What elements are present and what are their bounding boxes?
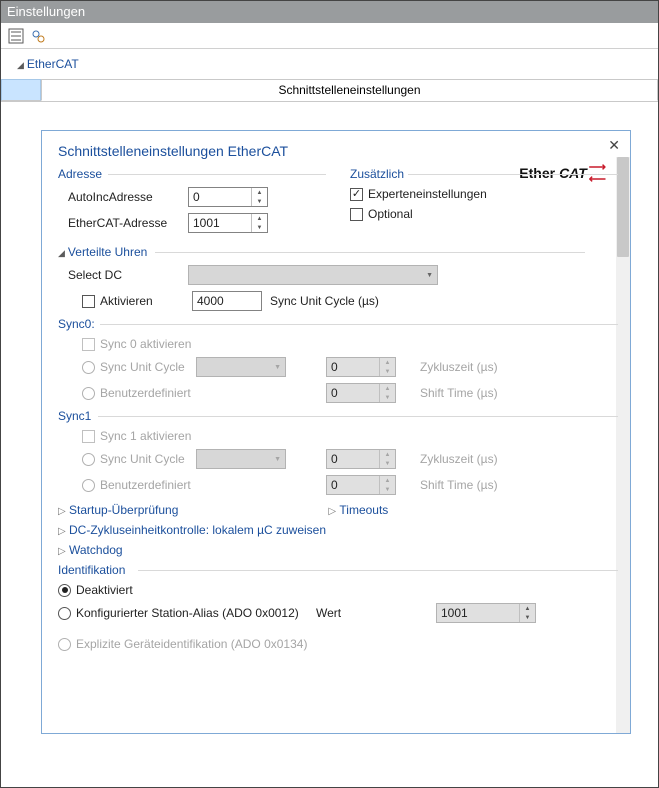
sync1-cycletime-label: Zykluszeit (µs) (420, 452, 498, 466)
expander-watchdog[interactable]: ▷Watchdog (58, 543, 618, 557)
section-sync0: Sync0: (58, 317, 618, 331)
sync0-shift-input[interactable]: ▲▼ (326, 383, 396, 403)
autoinc-input[interactable]: ▲▼ (188, 187, 268, 207)
section-sync1: Sync1 (58, 409, 618, 423)
toolbar-icon-gears[interactable] (29, 27, 47, 45)
panel-title: Schnittstelleneinstellungen EtherCAT (58, 143, 618, 159)
breadcrumb-text: EtherCAT (27, 57, 79, 71)
sync1-cycle-radio[interactable] (82, 453, 95, 466)
chevron-down-icon: ▼ (274, 456, 281, 463)
caret-right-icon: ▷ (58, 506, 66, 517)
expander-startup[interactable]: ▷Startup-Überprüfung (58, 503, 178, 517)
triangle-down-icon: ◢ (17, 60, 24, 70)
breadcrumb[interactable]: ◢EtherCAT (1, 49, 658, 75)
ethercat-addr-input[interactable]: ▲▼ (188, 213, 268, 233)
expander-timeouts[interactable]: ▷Timeouts (328, 503, 388, 517)
caret-right-icon: ▷ (58, 546, 66, 557)
optional-checkbox[interactable] (350, 208, 363, 221)
ident-explicit-label: Explizite Geräteidentifikation (ADO 0x01… (76, 637, 307, 651)
sync0-cycletime-label: Zykluszeit (µs) (420, 360, 498, 374)
sync0-activate-checkbox[interactable] (82, 338, 95, 351)
sync0-user-radio[interactable] (82, 387, 95, 400)
toolbar-icon-list[interactable] (7, 27, 25, 45)
chevron-down-icon: ▼ (274, 364, 281, 371)
sync1-activate-label: Sync 1 aktivieren (100, 429, 191, 443)
sync0-cycle-label: Sync Unit Cycle (100, 360, 196, 374)
ident-disabled-label: Deaktiviert (76, 583, 133, 597)
tab-interface-settings[interactable]: Schnittstelleneinstellungen (41, 79, 658, 101)
select-dc-label: Select DC (68, 268, 188, 282)
expander-distributed-clocks[interactable]: ◢Verteilte Uhren (58, 245, 618, 259)
ident-value-input[interactable]: ▲▼ (436, 603, 536, 623)
spinner-up-icon[interactable]: ▲ (252, 214, 267, 223)
sync0-shift-label: Shift Time (µs) (420, 386, 498, 400)
expander-dc-control[interactable]: ▷DC-Zykluseinheitkontrolle: lokalem µC z… (58, 523, 618, 537)
sync0-user-label: Benutzerdefiniert (100, 386, 196, 400)
sync1-shift-input[interactable]: ▲▼ (326, 475, 396, 495)
caret-right-icon: ▷ (58, 526, 66, 537)
sync0-cycle-radio[interactable] (82, 361, 95, 374)
select-dc-combo[interactable]: ▼ (188, 265, 438, 285)
sync0-activate-label: Sync 0 aktivieren (100, 337, 191, 351)
triangle-down-icon: ◢ (58, 248, 65, 258)
section-address: Adresse (58, 167, 326, 181)
spinner-down-icon[interactable]: ▼ (252, 223, 267, 232)
sync1-user-radio[interactable] (82, 479, 95, 492)
autoinc-label: AutoIncAdresse (68, 190, 188, 204)
ident-disabled-radio[interactable] (58, 584, 71, 597)
section-identification: Identifikation (58, 563, 618, 577)
ident-alias-radio[interactable] (58, 607, 71, 620)
sync1-cycle-combo[interactable]: ▼ (196, 449, 286, 469)
optional-label: Optional (368, 207, 413, 221)
section-additional: Zusätzlich (350, 167, 618, 181)
settings-panel: ✕ Schnittstelleneinstellungen EtherCAT E… (41, 130, 631, 734)
sync1-user-label: Benutzerdefiniert (100, 478, 196, 492)
sync0-cycle-combo[interactable]: ▼ (196, 357, 286, 377)
tab-row: Schnittstelleneinstellungen (1, 79, 658, 102)
sync0-cycletime-input[interactable]: ▲▼ (326, 357, 396, 377)
close-icon[interactable]: ✕ (608, 137, 620, 154)
chevron-down-icon: ▼ (426, 272, 433, 279)
ident-value-label: Wert (316, 606, 436, 620)
dc-activate-label: Aktivieren (100, 294, 192, 308)
sync1-shift-label: Shift Time (µs) (420, 478, 498, 492)
sync1-cycletime-input[interactable]: ▲▼ (326, 449, 396, 469)
toolbar (1, 23, 658, 49)
window-title: Einstellungen (1, 1, 658, 23)
scrollbar[interactable] (616, 157, 630, 733)
dc-cycle-input[interactable] (192, 291, 262, 311)
sync1-cycle-label: Sync Unit Cycle (100, 452, 196, 466)
dc-activate-checkbox[interactable] (82, 295, 95, 308)
expert-checkbox[interactable]: ✓ (350, 188, 363, 201)
dc-cycle-unit: Sync Unit Cycle (µs) (270, 294, 379, 308)
spinner-down-icon[interactable]: ▼ (252, 197, 267, 206)
caret-right-icon: ▷ (328, 506, 336, 517)
expert-label: Experteneinstellungen (368, 187, 487, 201)
tab-spacer[interactable] (1, 79, 41, 101)
ethercat-addr-label: EtherCAT-Adresse (68, 216, 188, 230)
sync1-activate-checkbox[interactable] (82, 430, 95, 443)
ident-explicit-radio[interactable] (58, 638, 71, 651)
spinner-up-icon[interactable]: ▲ (252, 188, 267, 197)
ident-alias-label: Konfigurierter Station-Alias (ADO 0x0012… (76, 606, 316, 620)
